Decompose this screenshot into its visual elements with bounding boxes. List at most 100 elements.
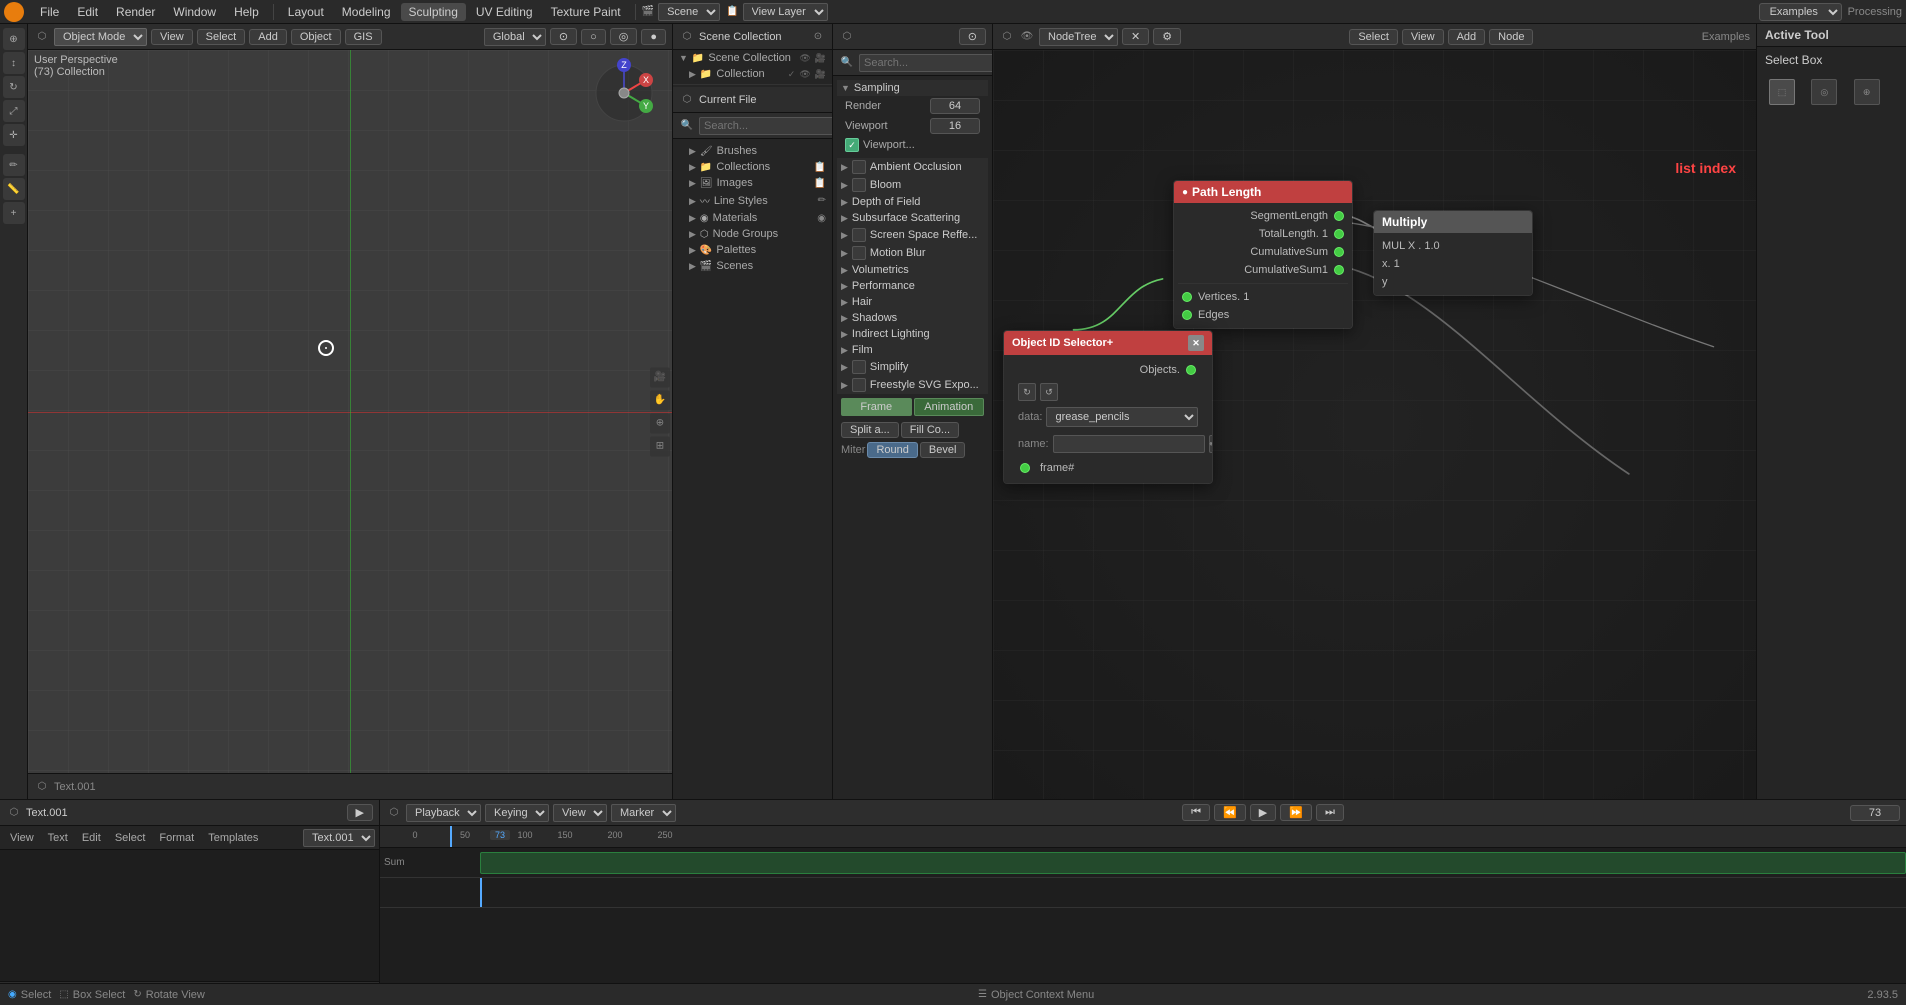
motionblur-header[interactable]: Motion Blur	[837, 244, 988, 262]
add-btn[interactable]: Add	[249, 29, 287, 45]
blender-logo[interactable]	[4, 2, 24, 22]
performance-header[interactable]: Performance	[837, 278, 988, 294]
ambient-occlusion-header[interactable]: Ambient Occlusion	[837, 158, 988, 176]
jump-start-btn[interactable]: ⏮	[1182, 804, 1210, 821]
bevel-btn[interactable]: Bevel	[920, 442, 966, 458]
tab-sculpting[interactable]: Sculpting	[401, 3, 466, 21]
sampling-header[interactable]: Sampling	[837, 80, 988, 96]
text-menu-text[interactable]: Text	[42, 830, 74, 846]
filter-icon[interactable]: ⊙	[810, 29, 826, 45]
tab-layout[interactable]: Layout	[280, 3, 332, 21]
cumsum-socket[interactable]	[1334, 247, 1344, 257]
total-length-socket[interactable]	[1334, 229, 1344, 239]
toolbar-transform-btn[interactable]: ✛	[3, 124, 25, 146]
node-add-btn[interactable]: Add	[1448, 29, 1486, 45]
view-selector-tl[interactable]: View	[553, 804, 607, 822]
camera-view-btn[interactable]: 🎥	[650, 367, 670, 387]
simplify-header[interactable]: Simplify	[837, 358, 988, 376]
toolbar-add-btn[interactable]: +	[3, 202, 25, 224]
mode-selector[interactable]: Object Mode	[54, 28, 147, 46]
tab-texture-paint[interactable]: Texture Paint	[543, 3, 629, 21]
mb-checkbox[interactable]	[852, 246, 866, 260]
timeline-tracks[interactable]: Sum	[380, 848, 1906, 1003]
split-btn[interactable]: Split a...	[841, 422, 899, 438]
camera-icon[interactable]: 🎥	[815, 53, 826, 64]
tab-modeling[interactable]: Modeling	[334, 3, 399, 21]
denoising-checkbox[interactable]: ✓	[845, 138, 859, 152]
toolbar-annotate-btn[interactable]: ✏	[3, 154, 25, 176]
node-tree-selector[interactable]: NodeTree	[1039, 28, 1118, 46]
toolbar-cursor-btn[interactable]: ⊕	[3, 28, 25, 50]
node-editor-settings[interactable]: ⚙	[1153, 28, 1181, 45]
next-frame-btn[interactable]: ⏩	[1280, 804, 1312, 821]
indirect-lighting-header[interactable]: Indirect Lighting	[837, 326, 988, 342]
bloom-checkbox[interactable]	[852, 178, 866, 192]
menu-file[interactable]: File	[32, 3, 67, 21]
filter-props-btn[interactable]: ⊙	[959, 28, 986, 45]
vertices-socket[interactable]	[1182, 292, 1192, 302]
snap-btn[interactable]: ⊙	[550, 28, 577, 45]
collection-item-main[interactable]: 📁 Scene Collection 👁 🎥	[673, 50, 832, 66]
shadows-header[interactable]: Shadows	[837, 310, 988, 326]
file-item-linestyles[interactable]: 〰 Line Styles ✏	[673, 191, 832, 210]
dof-header[interactable]: Depth of Field	[837, 194, 988, 210]
zoom-btn[interactable]: ⊕	[650, 413, 670, 433]
obj-icon-btn-1[interactable]: ↻	[1018, 383, 1036, 401]
tool-cell-2[interactable]: ◎	[1811, 79, 1837, 105]
ssr-checkbox[interactable]	[852, 228, 866, 242]
hair-header[interactable]: Hair	[837, 294, 988, 310]
node-editor-close[interactable]: ✕	[1122, 28, 1149, 45]
playback-selector[interactable]: Playback	[406, 804, 481, 822]
grid-btn[interactable]: ⊞	[650, 436, 670, 456]
text-file-selector[interactable]: Text.001	[303, 829, 375, 847]
file-item-palettes[interactable]: 🎨 Palettes	[673, 242, 832, 258]
marker-selector[interactable]: Marker	[611, 804, 676, 822]
props-search-input[interactable]	[859, 54, 993, 72]
film-header[interactable]: Film	[837, 342, 988, 358]
ssr-header[interactable]: Screen Space Reffe...	[837, 226, 988, 244]
tab-uv-editing[interactable]: UV Editing	[468, 3, 541, 21]
scene-selector[interactable]: Scene	[658, 3, 720, 21]
eye-icon-2[interactable]: 👁	[799, 69, 810, 80]
check-icon[interactable]: ✓	[788, 69, 796, 80]
object-btn[interactable]: Object	[291, 29, 341, 45]
timeline-playhead[interactable]	[450, 826, 452, 847]
jump-end-btn[interactable]: ⏭	[1316, 804, 1344, 821]
text-menu-format[interactable]: Format	[153, 830, 200, 846]
view-layer-selector[interactable]: View Layer	[743, 3, 828, 21]
node-select-btn[interactable]: Select	[1349, 29, 1398, 45]
text-menu-edit[interactable]: Edit	[76, 830, 107, 846]
render-value[interactable]: 64	[930, 98, 980, 114]
search-input[interactable]	[699, 117, 833, 135]
proportional-btn[interactable]: ○	[581, 29, 606, 45]
menu-window[interactable]: Window	[165, 3, 224, 21]
collection-sub[interactable]: 📁 Collection ✓ 👁 🎥	[673, 66, 832, 82]
view-btn[interactable]: View	[151, 29, 193, 45]
node-view-btn[interactable]: 👁	[1019, 29, 1035, 45]
toolbar-scale-btn[interactable]: ⤢	[3, 100, 25, 122]
simplify-checkbox[interactable]	[852, 360, 866, 374]
menu-edit[interactable]: Edit	[69, 3, 106, 21]
overlay-btn[interactable]: ◎	[610, 28, 638, 45]
file-item-collections[interactable]: 📁 Collections 📋	[673, 159, 832, 175]
obj-icon-btn-2[interactable]: ↺	[1040, 383, 1058, 401]
hand-btn[interactable]: ✋	[650, 390, 670, 410]
freestyle-header[interactable]: Freestyle SVG Expo...	[837, 376, 988, 394]
cumsum1-socket[interactable]	[1334, 265, 1344, 275]
objects-socket[interactable]	[1186, 365, 1196, 375]
menu-render[interactable]: Render	[108, 3, 163, 21]
file-item-nodegroups[interactable]: ⬡ Node Groups	[673, 226, 832, 242]
gis-btn[interactable]: GIS	[345, 29, 382, 45]
play-btn[interactable]: ▶	[1250, 804, 1276, 821]
select-btn[interactable]: Select	[197, 29, 246, 45]
freestyle-checkbox[interactable]	[852, 378, 866, 392]
frame-btn[interactable]: Frame	[841, 398, 912, 416]
multiply-node[interactable]: Multiply MUL X . 1.0 x. 1 y	[1373, 210, 1533, 296]
text-menu-templates[interactable]: Templates	[202, 830, 264, 846]
segment-length-socket[interactable]	[1334, 211, 1344, 221]
nav-gizmo[interactable]: X Y Z	[584, 58, 664, 128]
file-item-images[interactable]: 🖼 Images 📋	[673, 175, 832, 191]
bloom-header[interactable]: Bloom	[837, 176, 988, 194]
text-menu-select[interactable]: Select	[109, 830, 152, 846]
toolbar-measure-btn[interactable]: 📏	[3, 178, 25, 200]
